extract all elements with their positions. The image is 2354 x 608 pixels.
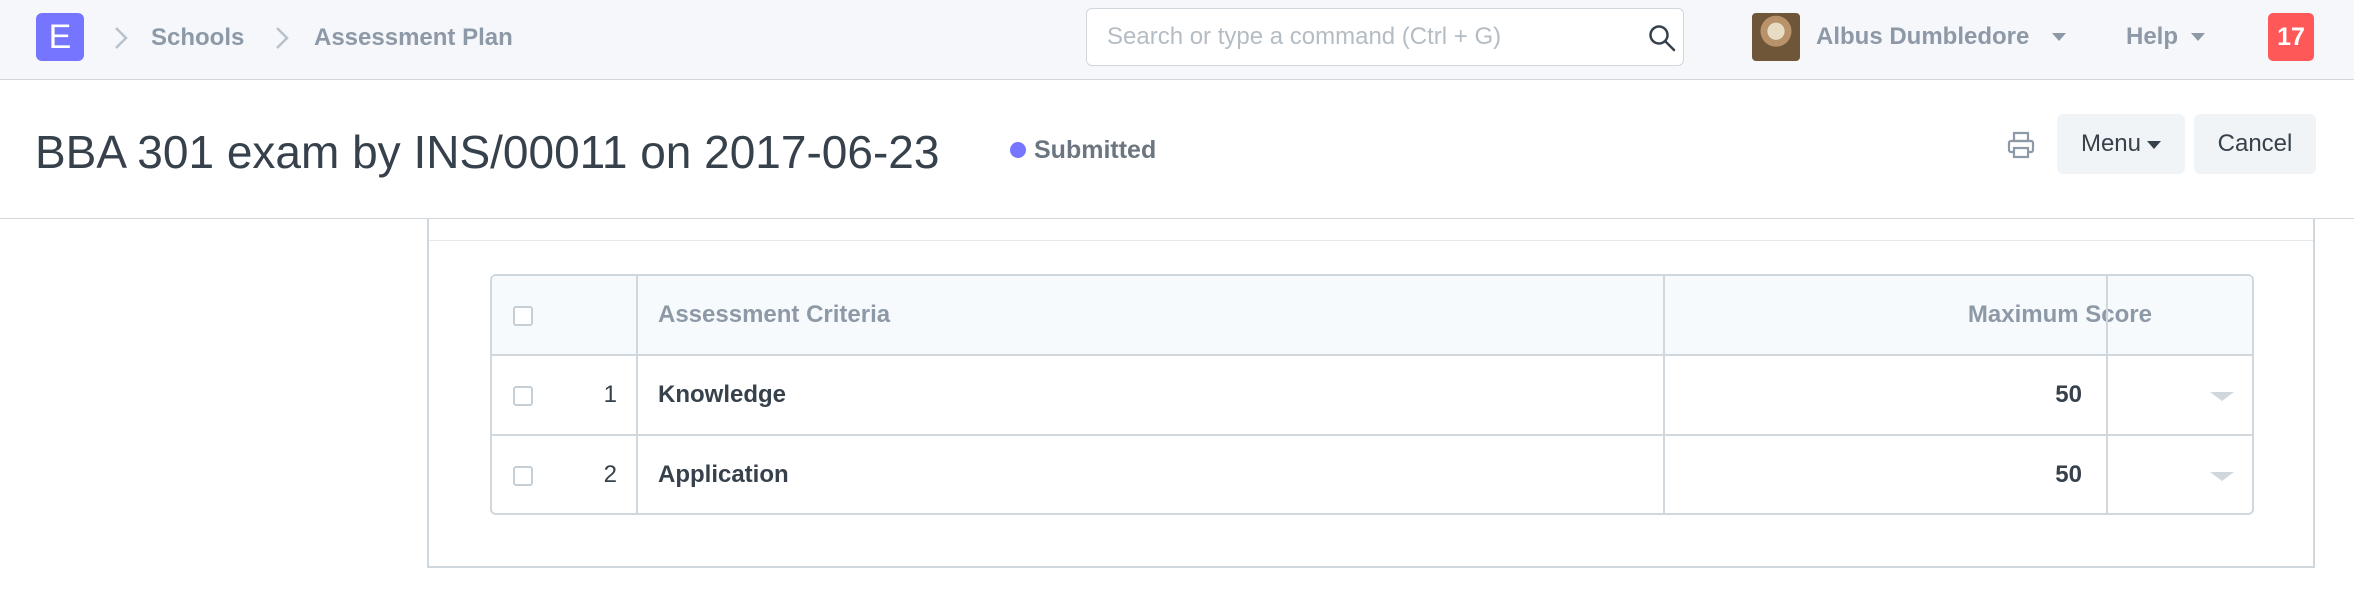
cell-assessment-criteria[interactable]: Application [658,460,789,490]
column-divider [1663,356,1665,434]
table-row[interactable]: 2 Application 50 [492,436,2252,513]
column-header-maximum-score: Maximum Score [1967,301,2152,328]
select-all-checkbox[interactable] [513,306,533,326]
column-divider [2106,436,2108,513]
chevron-down-icon[interactable] [2052,33,2066,41]
chevron-right-icon [276,27,289,49]
column-divider [1663,436,1665,513]
search-box [1086,8,1684,66]
menu-button[interactable]: Menu [2057,114,2185,174]
column-divider [2106,276,2108,354]
cell-maximum-score[interactable]: 50 [1892,460,2082,490]
column-divider [636,436,638,513]
assessment-criteria-grid: Assessment Criteria Maximum Score 1 Know… [490,274,2254,515]
chevron-right-icon [115,27,128,49]
cell-assessment-criteria[interactable]: Knowledge [658,380,786,410]
search-icon[interactable] [1648,24,1676,52]
page-title: BBA 301 exam by INS/00011 on 2017-06-23 [35,126,940,178]
breadcrumb-schools[interactable]: Schools [151,23,244,53]
navbar: E Schools Assessment Plan Albus Dumbledo… [0,0,2354,80]
help-menu-label[interactable]: Help [2126,22,2178,52]
breadcrumb-assessment-plan[interactable]: Assessment Plan [314,23,513,53]
user-menu-label[interactable]: Albus Dumbledore [1816,22,2029,52]
notification-badge[interactable]: 17 [2268,13,2314,61]
search-input[interactable] [1107,9,1627,65]
table-row[interactable]: 1 Knowledge 50 [492,356,2252,436]
page-head: BBA 301 exam by INS/00011 on 2017-06-23 … [0,80,2354,219]
row-index: 2 [603,461,617,488]
status-badge: Submitted [1034,136,1157,164]
column-divider [2106,356,2108,434]
column-divider [1663,276,1665,354]
column-divider [636,276,638,354]
row-checkbox[interactable] [513,386,533,406]
avatar[interactable] [1752,13,1800,61]
cell-maximum-score[interactable]: 50 [1892,380,2082,410]
row-index: 1 [603,381,617,408]
row-checkbox[interactable] [513,466,533,486]
cancel-button[interactable]: Cancel [2194,114,2316,174]
grid-header-row: Assessment Criteria Maximum Score [492,276,2252,356]
chevron-down-icon[interactable] [2210,472,2234,481]
printer-icon[interactable] [2006,130,2036,160]
menu-button-label: Menu [2080,130,2142,157]
section-divider [429,240,2313,241]
status-indicator-dot [1010,142,1026,158]
column-header-assessment-criteria: Assessment Criteria [658,301,891,328]
chevron-down-icon[interactable] [2210,392,2234,401]
form-section: Assessment Criteria Maximum Score 1 Know… [427,219,2315,568]
chevron-down-icon [2147,140,2162,149]
chevron-down-icon[interactable] [2191,33,2205,41]
app-logo-icon[interactable]: E [36,13,84,61]
column-divider [636,356,638,434]
